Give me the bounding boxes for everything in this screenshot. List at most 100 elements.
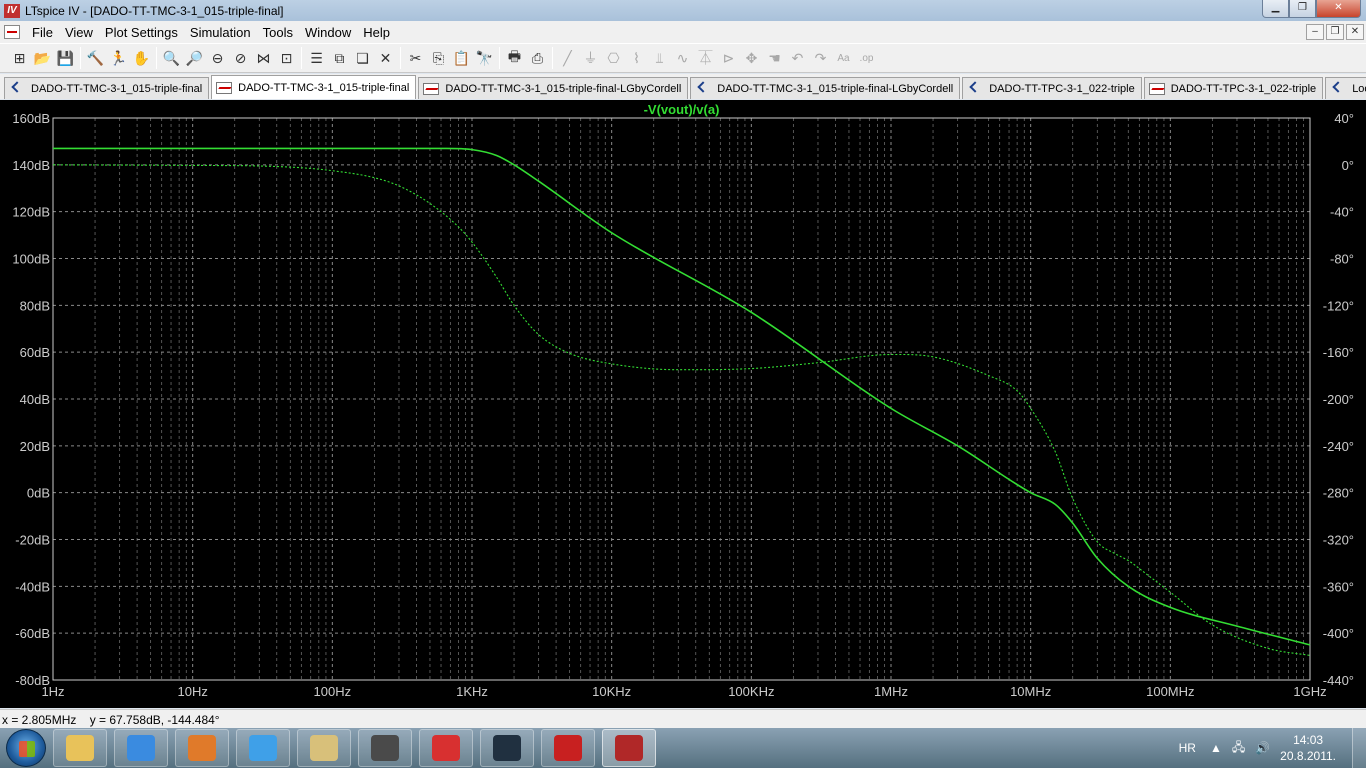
document-menu-icon[interactable]	[4, 25, 20, 39]
document-tab[interactable]: DADO-TT-TPC-3-1_022-triple	[1143, 77, 1324, 99]
menu-tools[interactable]: Tools	[257, 25, 299, 40]
y-tick-label-left: -40dB	[15, 579, 50, 594]
paste-icon[interactable]: 📋	[450, 47, 473, 69]
run-icon[interactable]: 🏃	[107, 47, 130, 69]
autorange-icon[interactable]: ⋈	[252, 47, 275, 69]
restore-button[interactable]: ❐	[1289, 0, 1316, 18]
taskbar-button[interactable]	[236, 729, 290, 767]
y-tick-label-left: -80dB	[15, 673, 50, 688]
resistor-icon[interactable]: ⌇	[625, 47, 648, 69]
show-hidden-icons-icon[interactable]: ▲	[1210, 741, 1222, 755]
y-tick-label-left: 120dB	[12, 205, 50, 220]
taskbar-button[interactable]	[53, 729, 107, 767]
document-tab[interactable]: DADO-TT-TMC-3-1_015-triple-final-LGbyCor…	[690, 77, 961, 99]
document-tab[interactable]: DADO-TT-TMC-3-1_015-triple-final	[211, 75, 417, 99]
find-icon[interactable]: 🔭	[473, 47, 496, 69]
taskbar-apps	[46, 729, 656, 767]
drag-icon[interactable]: ☚	[763, 47, 786, 69]
menu-file[interactable]: File	[26, 25, 59, 40]
show-desktop-button[interactable]	[1352, 728, 1366, 768]
bode-plot[interactable]: 1Hz 10Hz 100Hz 1KHz 10KHz 100KHz 1MHz 10MHz 100M…	[0, 100, 1366, 708]
new-schematic-icon[interactable]: ⊞	[8, 47, 31, 69]
magnitude-trace	[53, 147, 1311, 646]
ltspice-task-icon	[615, 735, 643, 761]
image-viewer-icon	[310, 735, 338, 761]
windows-start-icon[interactable]	[6, 729, 46, 767]
volume-icon[interactable]: 🔊	[1255, 741, 1270, 755]
taskbar-button[interactable]	[297, 729, 351, 767]
close-button[interactable]: ✕	[1316, 0, 1361, 18]
capacitor-icon[interactable]: ⫫	[648, 47, 671, 69]
y-tick-label-right: -80°	[1330, 252, 1354, 267]
taskbar-button[interactable]	[541, 729, 595, 767]
taskbar-button[interactable]	[480, 729, 534, 767]
zoom-in-icon[interactable]: 🔍	[160, 47, 183, 69]
menu-simulation[interactable]: Simulation	[184, 25, 257, 40]
cut-icon[interactable]: ✂	[404, 47, 427, 69]
menu-view[interactable]: View	[59, 25, 99, 40]
cursor-icon[interactable]: ⊡	[275, 47, 298, 69]
minimize-button[interactable]: ▁	[1262, 0, 1289, 18]
diode-icon[interactable]: ⏄	[694, 47, 717, 69]
copy-icon[interactable]: ⎘	[427, 47, 450, 69]
document-tabs: DADO-TT-TMC-3-1_015-triple-final DADO-TT-…	[0, 74, 1366, 99]
taskbar-button[interactable]	[419, 729, 473, 767]
component-icon[interactable]: ⊳	[717, 47, 740, 69]
close-window-icon[interactable]: ✕	[374, 47, 397, 69]
save-icon[interactable]: 💾	[54, 47, 77, 69]
move-icon[interactable]: ✥	[740, 47, 763, 69]
undo-icon[interactable]: ↶	[786, 47, 809, 69]
doc-minimize-button[interactable]: –	[1306, 24, 1324, 40]
y-tick-label-right: -240°	[1323, 439, 1354, 454]
doc-close-button[interactable]: ✕	[1346, 24, 1364, 40]
spice-directive-icon[interactable]: .op	[855, 47, 878, 69]
taskbar-button[interactable]	[602, 729, 656, 767]
calendar-icon	[188, 735, 216, 761]
language-indicator[interactable]: HR	[1179, 741, 1196, 755]
zoom-fit-icon[interactable]: ⊘	[229, 47, 252, 69]
tab-label: DADO-TT-TMC-3-1_015-triple-final-LGbyCor…	[717, 82, 954, 95]
tile-horizontal-icon[interactable]: ☰	[305, 47, 328, 69]
media-player-icon	[127, 735, 155, 761]
y-tick-label-right: -200°	[1323, 392, 1354, 407]
zoom-pan-icon[interactable]: 🔎	[183, 47, 206, 69]
menu-plot-settings[interactable]: Plot Settings	[99, 25, 184, 40]
doc-restore-button[interactable]: ❐	[1326, 24, 1344, 40]
clock[interactable]: 14:03 20.8.2011.	[1280, 732, 1336, 764]
x-tick-label: 1GHz	[1293, 684, 1326, 699]
open-icon[interactable]: 📂	[31, 47, 54, 69]
cascade-icon[interactable]: ❏	[351, 47, 374, 69]
document-tab[interactable]: DADO-TT-TMC-3-1_015-triple-final	[4, 77, 210, 99]
print-icon[interactable]: ⎙	[526, 47, 549, 69]
document-tab[interactable]: LoopGain	[1325, 77, 1366, 99]
tab-label: DADO-TT-TPC-3-1_022-triple	[989, 82, 1135, 95]
halt-icon[interactable]: ✋	[130, 47, 153, 69]
label-icon[interactable]: ⎔	[602, 47, 625, 69]
x-tick-label: 100KHz	[728, 684, 774, 699]
ltspice-icon[interactable]: IV	[4, 3, 20, 18]
tab-label: LoopGain	[1352, 82, 1366, 95]
tile-vertical-icon[interactable]: ⧉	[328, 47, 351, 69]
antivirus-icon	[432, 735, 460, 761]
text-icon[interactable]: Aa	[832, 47, 855, 69]
ground-icon[interactable]: ⏚	[579, 47, 602, 69]
print-setup-icon[interactable]: 🖶	[503, 47, 526, 69]
zoom-out-icon[interactable]: ⊖	[206, 47, 229, 69]
redo-icon[interactable]: ↷	[809, 47, 832, 69]
y-tick-label-left: -20dB	[15, 533, 50, 548]
waveform-icon	[1148, 82, 1165, 95]
system-tray: HR ▲ 🖧 🔊 14:03 20.8.2011.	[1179, 728, 1366, 768]
taskbar-button[interactable]	[175, 729, 229, 767]
wire-icon[interactable]: ╱	[556, 47, 579, 69]
waveform-viewer[interactable]: 1Hz 10Hz 100Hz 1KHz 10KHz 100KHz 1MHz 10MHz 100M…	[0, 100, 1366, 708]
document-tab[interactable]: DADO-TT-TMC-3-1_015-triple-final-LGbyCor…	[418, 77, 689, 99]
inductor-icon[interactable]: ∿	[671, 47, 694, 69]
menu-bar: File View Plot Settings Simulation Tools…	[0, 21, 1366, 43]
network-icon[interactable]: 🖧	[1232, 738, 1245, 759]
taskbar-button[interactable]	[358, 729, 412, 767]
document-tab[interactable]: DADO-TT-TPC-3-1_022-triple	[962, 77, 1142, 99]
taskbar-button[interactable]	[114, 729, 168, 767]
menu-help[interactable]: Help	[357, 25, 396, 40]
control-panel-icon[interactable]: 🔨	[84, 47, 107, 69]
menu-window[interactable]: Window	[299, 25, 357, 40]
